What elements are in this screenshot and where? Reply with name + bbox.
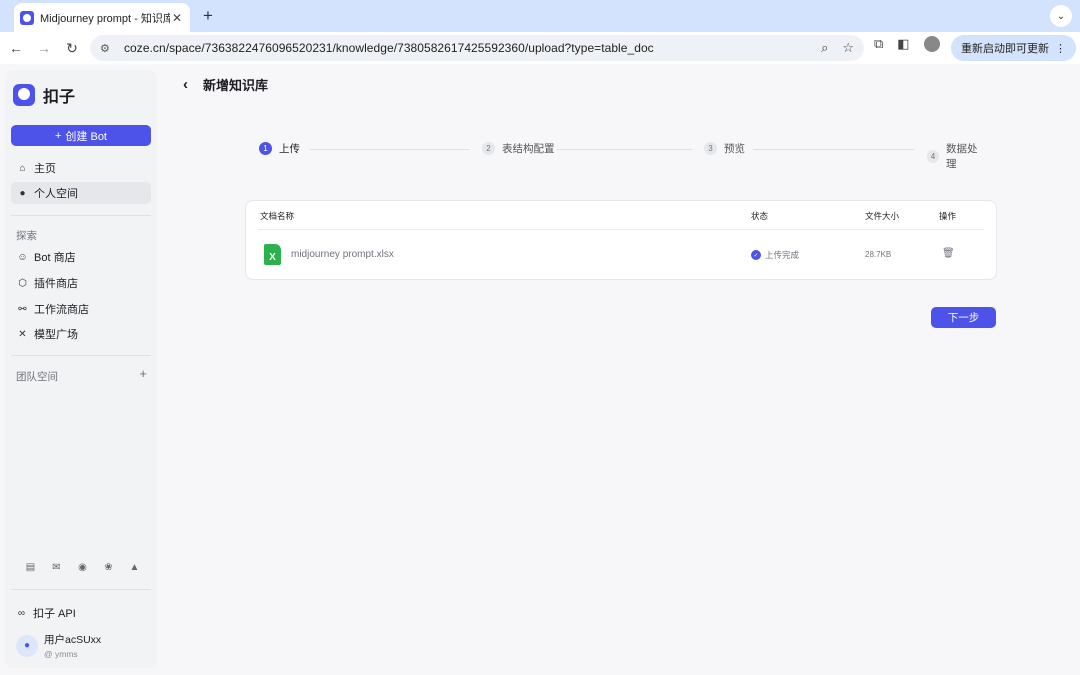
step-data-processing: 4 数据处理 [927, 141, 985, 171]
link-icon: ∞ [17, 607, 26, 619]
coze-logo-icon [13, 84, 35, 106]
explore-section-label: 探索 [16, 230, 37, 242]
step-upload: 1 上传 [259, 141, 300, 156]
url-text: coze.cn/space/7363822476096520231/knowle… [124, 41, 654, 55]
address-bar[interactable]: ⚙ coze.cn/space/7363822476096520231/know… [90, 35, 864, 61]
bookmark-star-icon[interactable]: ☆ [842, 40, 854, 56]
step-number: 1 [259, 142, 272, 155]
step-number: 4 [927, 149, 940, 163]
side-panel-icon[interactable]: ◧ [897, 36, 909, 52]
sidebar-divider [11, 215, 151, 216]
extensions-icon[interactable]: ⧉ [874, 36, 883, 52]
sidebar-divider [11, 355, 151, 356]
sidebar-divider [11, 589, 151, 590]
update-button[interactable]: 重新启动即可更新 ⋮ [951, 35, 1076, 61]
column-header-name: 文档名称 [260, 211, 295, 221]
sidebar-item-api[interactable]: ∞ 扣子 API [16, 605, 76, 621]
avatar: ● [16, 634, 38, 657]
sidebar-item-bot-store[interactable]: ☺ Bot 商店 [11, 246, 151, 268]
sidebar-item-label: 插件商店 [34, 278, 78, 290]
step-table-config: 2 表结构配置 [482, 141, 555, 156]
next-step-button[interactable]: 下一步 [931, 307, 996, 328]
column-header-size: 文件大小 [865, 211, 900, 221]
model-icon: ✕ [18, 328, 27, 340]
step-label: 上传 [279, 143, 300, 155]
excel-file-icon: X [264, 244, 281, 265]
sidebar-item-personal-space[interactable]: ● 个人空间 [11, 182, 151, 204]
cube-icon: ⬡ [18, 277, 27, 289]
mail-icon[interactable]: ✉ [51, 562, 62, 573]
browser-tab[interactable]: Midjourney prompt - 知识库 - ✕ [14, 3, 190, 32]
brand-name: 扣子 [43, 89, 76, 106]
site-info-icon[interactable]: ⚙ [100, 42, 116, 55]
footer-links: ▤ ✉ ◉ ❀ ▲ [25, 562, 140, 573]
coze-favicon-icon [20, 10, 34, 25]
workflow-icon: ⚯ [18, 303, 27, 315]
team-space-label: 团队空间 [16, 371, 58, 383]
file-table: 文档名称 状态 文件大小 操作 X midjourney prompt.xlsx… [245, 200, 997, 280]
sidebar-item-model-square[interactable]: ✕ 模型广场 [11, 323, 151, 345]
sidebar-item-label: 模型广场 [34, 329, 78, 341]
sidebar-item-workflow-store[interactable]: ⚯ 工作流商店 [11, 298, 151, 320]
chat-icon[interactable]: ◉ [77, 562, 88, 573]
file-name: midjourney prompt.xlsx [291, 249, 394, 260]
create-bot-label: 创建 Bot [65, 130, 107, 143]
step-number: 2 [482, 142, 495, 155]
bot-icon: ☺ [17, 251, 28, 263]
reload-icon[interactable]: ↻ [60, 40, 84, 57]
zoom-icon[interactable]: ⌕ [821, 40, 828, 56]
sidebar-item-label: 主页 [34, 163, 56, 175]
tab-title: Midjourney prompt - 知识库 - [40, 12, 170, 25]
page-header: ‹ 新增知识库 [183, 75, 268, 94]
check-circle-icon: ✓ [751, 250, 761, 260]
status-badge: ✓ 上传完成 [751, 249, 799, 261]
more-menu-icon[interactable]: ⋮ [1055, 42, 1066, 55]
api-label: 扣子 API [33, 608, 76, 620]
upload-stepper: 1 上传 2 表结构配置 3 预览 4 数据处理 [259, 141, 985, 170]
user-name: 用户acSUxx [44, 634, 102, 646]
step-label: 数据处理 [946, 143, 978, 170]
wechat-icon[interactable]: ❀ [103, 562, 114, 573]
new-tab-button[interactable]: + [198, 6, 218, 26]
add-team-icon[interactable]: + [139, 366, 147, 381]
create-bot-button[interactable]: + 创建 Bot [11, 125, 151, 146]
sidebar-item-label: 个人空间 [34, 188, 78, 200]
back-arrow-icon[interactable]: ← [4, 40, 28, 56]
update-label: 重新启动即可更新 [961, 43, 1049, 55]
column-header-status: 状态 [751, 211, 769, 221]
user-profile[interactable]: ● 用户acSUxx @ ymms [16, 632, 101, 659]
home-icon: ⌂ [19, 162, 26, 174]
column-header-actions: 操作 [939, 211, 957, 221]
page-title: 新增知识库 [203, 78, 269, 93]
tab-search-button[interactable]: ⌄ [1050, 5, 1072, 27]
document-icon[interactable]: ▤ [25, 562, 36, 573]
browser-tabbar: Midjourney prompt - 知识库 - ✕ + ⌄ [0, 0, 1080, 32]
trash-icon[interactable]: 🗑 [942, 248, 955, 259]
sidebar-item-label: 工作流商店 [34, 304, 89, 316]
step-number: 3 [704, 142, 717, 155]
step-preview: 3 预览 [704, 141, 745, 156]
sidebar-item-home[interactable]: ⌂ 主页 [11, 157, 151, 179]
plus-icon: + [54, 129, 62, 142]
user-handle: @ ymms [44, 649, 78, 659]
forward-arrow-icon[interactable]: → [32, 40, 56, 56]
step-connector [557, 149, 692, 150]
step-connector [753, 149, 915, 150]
step-connector [309, 149, 469, 150]
table-header-divider [258, 229, 984, 230]
file-size: 28.7KB [865, 250, 892, 259]
step-label: 表结构配置 [502, 143, 555, 155]
close-icon[interactable]: ✕ [170, 11, 184, 25]
profile-avatar[interactable] [923, 36, 940, 52]
status-text: 上传完成 [765, 250, 800, 260]
brand-logo[interactable]: 扣子 [13, 83, 75, 107]
step-label: 预览 [724, 143, 745, 155]
browser-toolbar: ← → ↻ ⚙ coze.cn/space/736382247609652023… [0, 32, 1080, 64]
sidebar: 扣子 + 创建 Bot ⌂ 主页 ● 个人空间 探索 ☺ Bot 商店 ⬡ 插件… [5, 70, 157, 668]
stats-icon[interactable]: ▲ [129, 562, 140, 573]
user-icon: ● [19, 187, 26, 199]
sidebar-item-plugin-store[interactable]: ⬡ 插件商店 [11, 272, 151, 294]
sidebar-item-label: Bot 商店 [34, 252, 76, 264]
back-icon[interactable]: ‹ [183, 76, 188, 93]
